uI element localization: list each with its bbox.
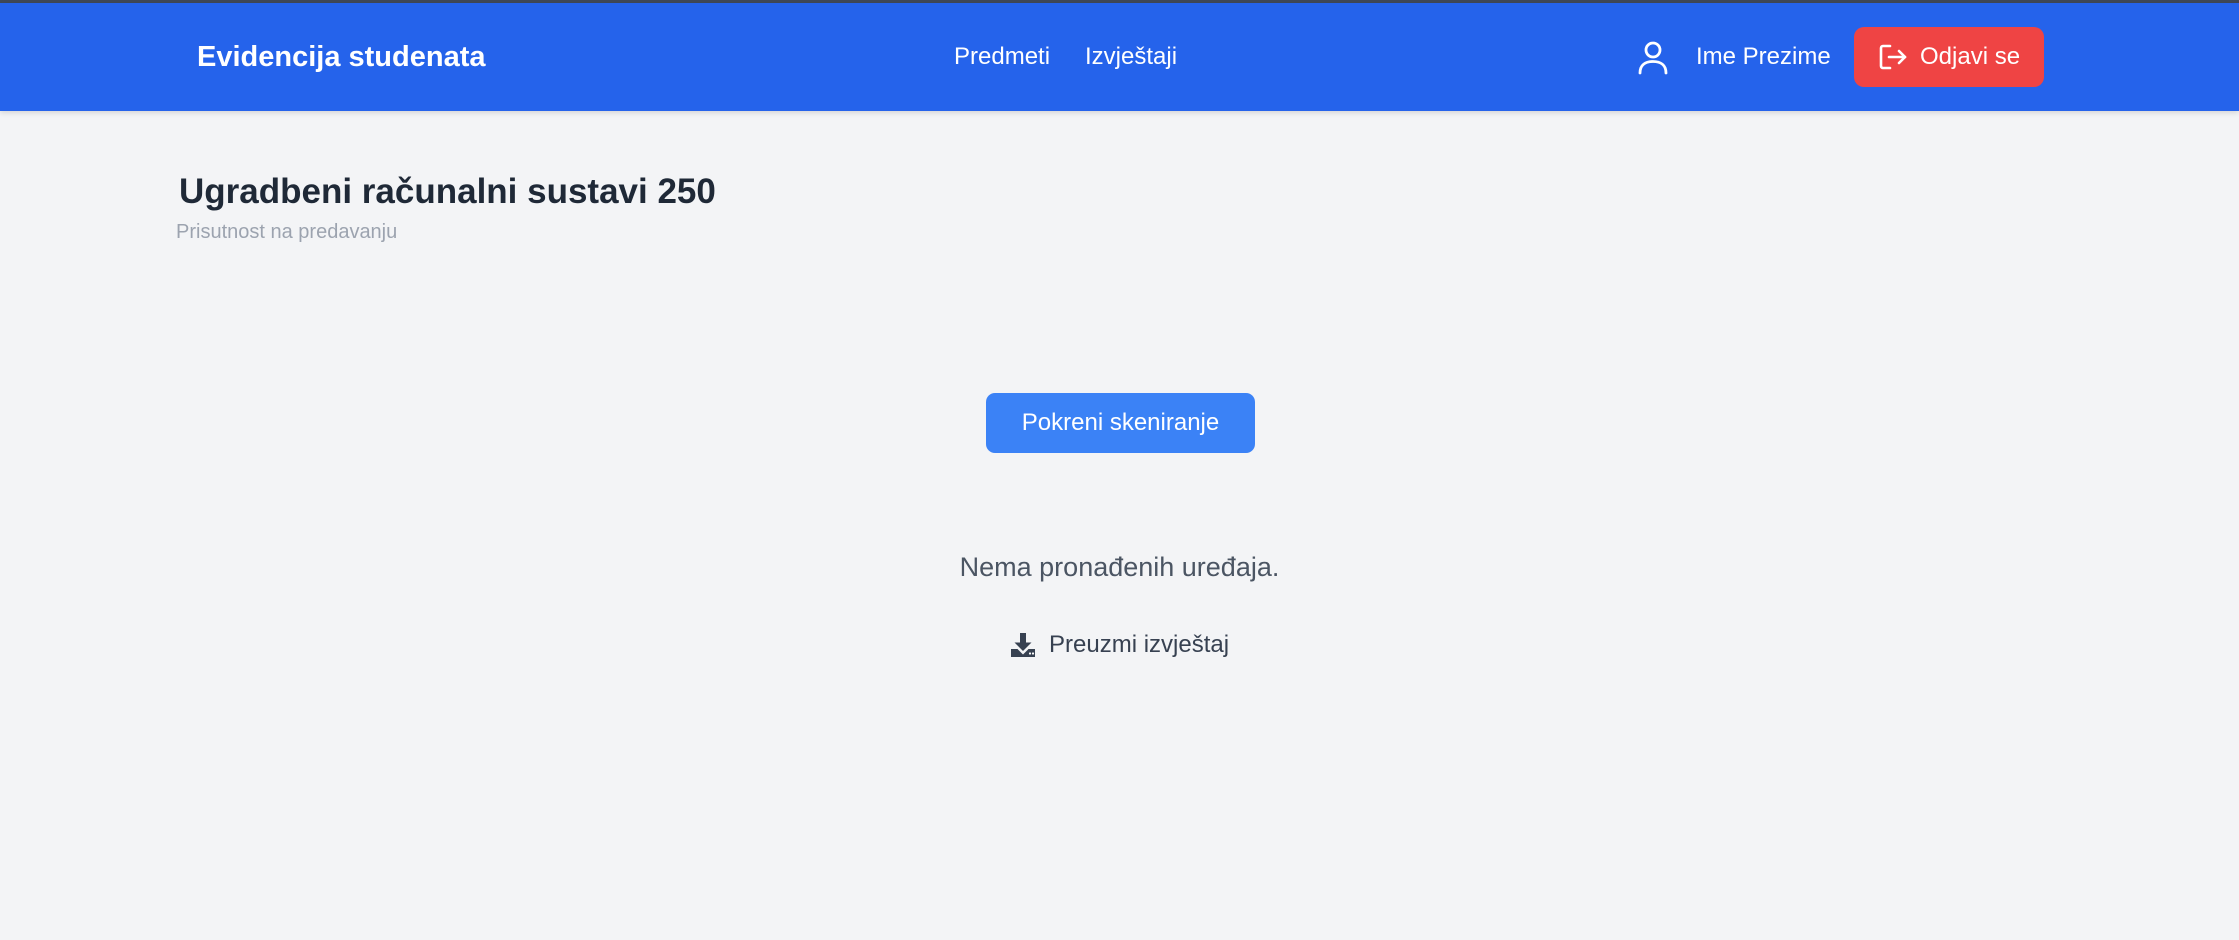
logout-icon xyxy=(1879,44,1907,70)
start-scan-button[interactable]: Pokreni skeniranje xyxy=(986,393,1255,453)
logout-button[interactable]: Odjavi se xyxy=(1854,27,2044,87)
app-brand[interactable]: Evidencija studenata xyxy=(197,3,486,111)
user-icon xyxy=(1637,41,1669,75)
no-devices-message: Nema pronađenih uređaja. xyxy=(959,552,1280,582)
download-icon xyxy=(1010,632,1036,658)
download-report-label: Preuzmi izvještaj xyxy=(1049,631,1230,658)
page-subtitle: Prisutnost na predavanju xyxy=(176,221,398,243)
user-name: Ime Prezime xyxy=(1696,43,1831,70)
page-title: Ugradbeni računalni sustavi 250 xyxy=(179,172,716,211)
nav-link-reports[interactable]: Izvještaji xyxy=(1085,3,1177,111)
top-navbar: Evidencija studenata Predmeti Izvještaji… xyxy=(0,3,2239,111)
nav-link-subjects[interactable]: Predmeti xyxy=(954,3,1050,111)
logout-label: Odjavi se xyxy=(1920,43,2021,70)
